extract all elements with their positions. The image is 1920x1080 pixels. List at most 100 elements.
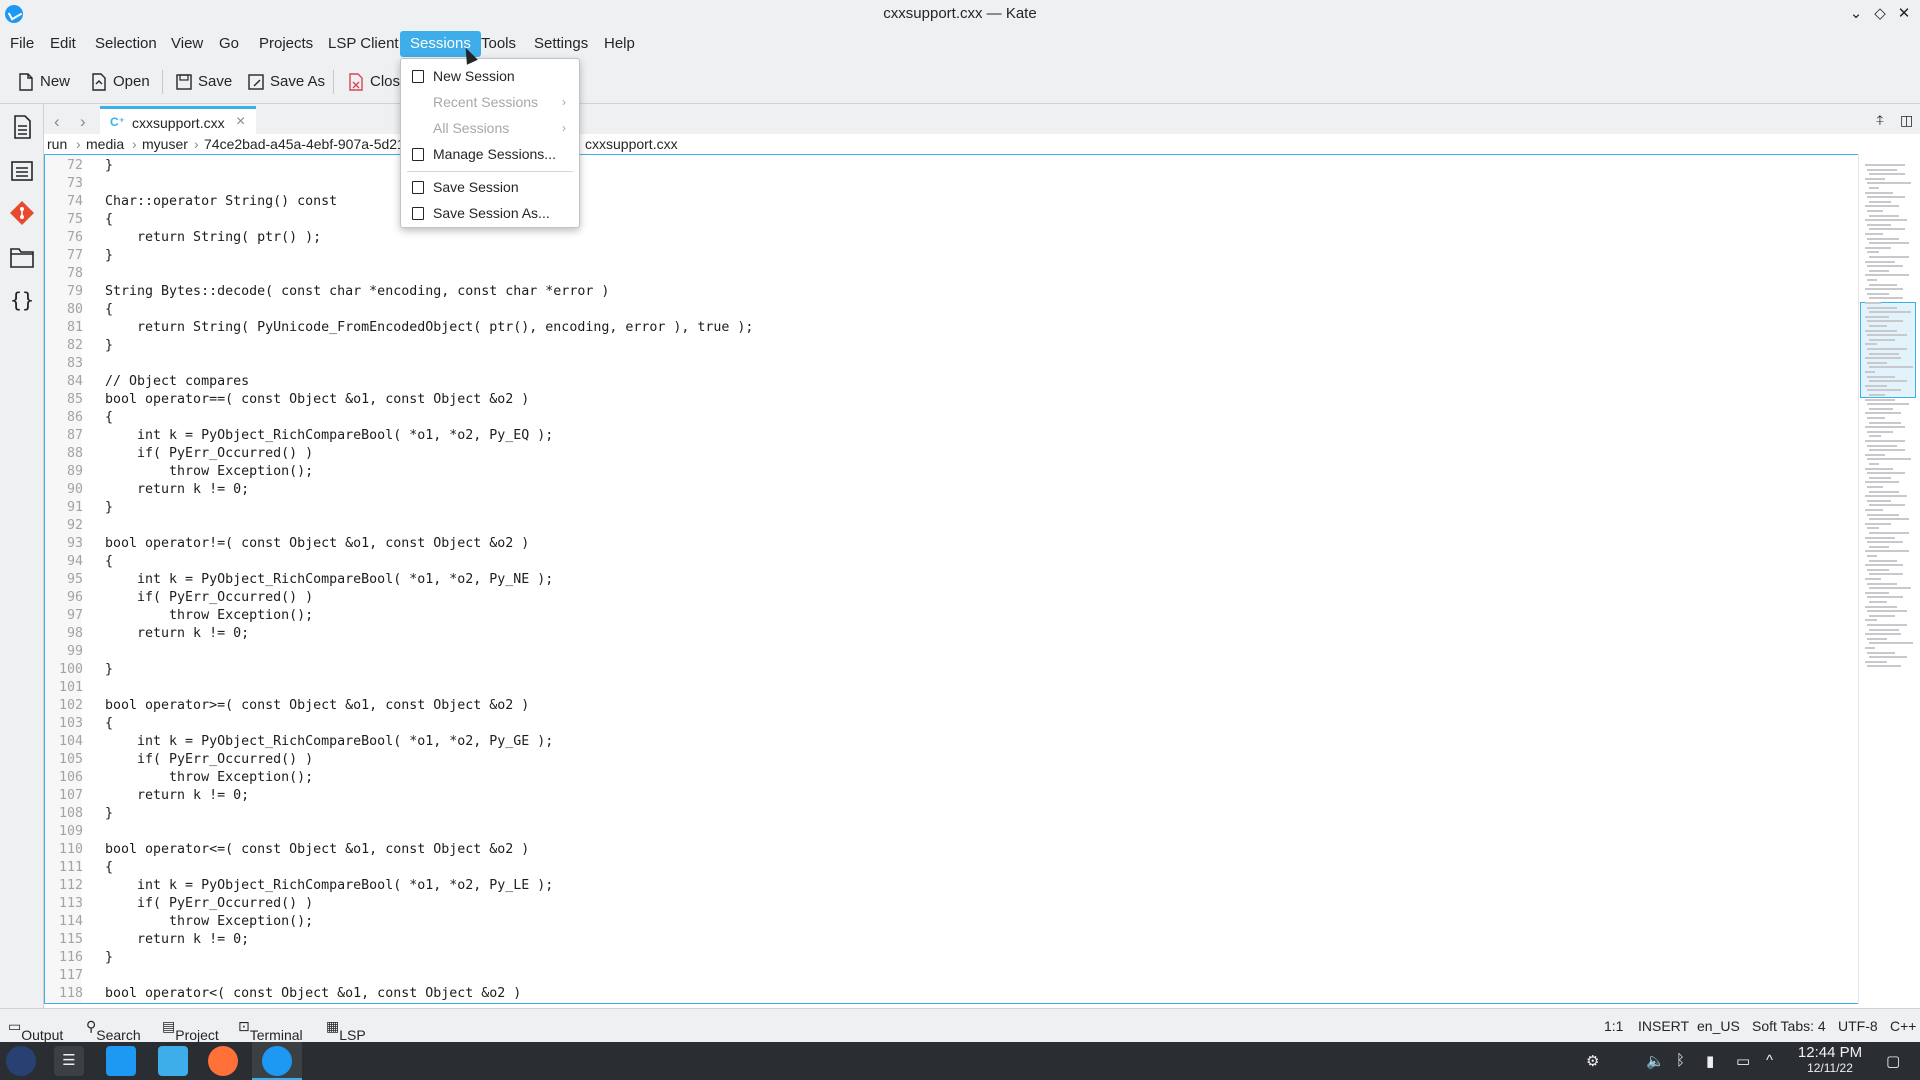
input-mode[interactable]: INSERT (1638, 1018, 1689, 1034)
project-panel-button[interactable]: ▤ Project (162, 1018, 219, 1043)
code-line[interactable]: 72} (45, 157, 1845, 175)
display-icon[interactable]: ▭ (1736, 1052, 1750, 1070)
clock[interactable]: 12:44 PM 12/11/22 (1794, 1044, 1866, 1075)
output-panel-button[interactable]: ▭ Output (8, 1018, 63, 1043)
save-button[interactable]: Save (176, 68, 232, 96)
minimap-scrollbar[interactable] (1858, 154, 1916, 1004)
network-settings-icon[interactable]: ⚙ (1586, 1052, 1599, 1070)
new-button[interactable]: New (18, 68, 70, 96)
symbols-list-icon[interactable] (9, 158, 35, 184)
breadcrumb-item[interactable]: media (86, 136, 124, 152)
git-icon[interactable] (9, 200, 35, 226)
code-line[interactable]: 73 (45, 175, 1845, 193)
tray-expand-icon[interactable]: ^ (1766, 1052, 1773, 1069)
code-line[interactable]: 78 (45, 265, 1845, 283)
code-line[interactable]: 117 (45, 967, 1845, 985)
code-line[interactable]: 80 { (45, 301, 1845, 319)
code-line[interactable]: 115 return k != 0; (45, 931, 1845, 949)
terminal-panel-button[interactable]: ⊡ Terminal (238, 1018, 303, 1043)
code-line[interactable]: 74 Char::operator String() const (45, 193, 1845, 211)
tab-close-icon[interactable]: × (236, 113, 245, 131)
code-line[interactable]: 75 { (45, 211, 1845, 229)
code-line[interactable]: 105 if( PyErr_Occurred() ) (45, 751, 1845, 769)
breadcrumb-item[interactable]: myuser (142, 136, 188, 152)
pin-icon[interactable]: ⍏ (1876, 112, 1884, 129)
menu-file[interactable]: File (0, 31, 44, 57)
code-line[interactable]: 116} (45, 949, 1845, 967)
menu-view[interactable]: View (161, 31, 213, 57)
split-view-icon[interactable]: ◫ (1900, 112, 1913, 129)
menu-projects[interactable]: Projects (249, 31, 323, 57)
lsp-panel-button[interactable]: ▦ LSP (326, 1018, 366, 1043)
breadcrumb-item[interactable]: cxxsupport.cxx (585, 136, 678, 152)
forward-arrow-icon[interactable]: › (80, 112, 86, 132)
menu-item-new-session[interactable]: New Session (402, 63, 578, 89)
menu-selection[interactable]: Selection (85, 31, 167, 57)
code-line[interactable]: 89 throw Exception(); (45, 463, 1845, 481)
code-line[interactable]: 90 return k != 0; (45, 481, 1845, 499)
application-launcher-icon[interactable] (6, 1046, 36, 1076)
save-as-button[interactable]: Save As (248, 68, 325, 96)
code-line[interactable]: 104 int k = PyObject_RichCompareBool( *o… (45, 733, 1845, 751)
menu-item-save-session-as[interactable]: Save Session As... (402, 200, 578, 226)
volume-icon[interactable]: 🔈 (1646, 1052, 1665, 1070)
code-line[interactable]: 118 bool operator<( const Object &o1, con… (45, 985, 1845, 1003)
code-line[interactable]: 81 return String( PyUnicode_FromEncodedO… (45, 319, 1845, 337)
maximize-icon[interactable]: ◇ (1870, 4, 1890, 24)
code-line[interactable]: 92 (45, 517, 1845, 535)
search-panel-button[interactable]: ⚲ Search (86, 1018, 141, 1043)
taskbar-active-kate[interactable] (252, 1042, 302, 1080)
code-line[interactable]: 103 { (45, 715, 1845, 733)
code-line[interactable]: 91} (45, 499, 1845, 517)
code-line[interactable]: 83 (45, 355, 1845, 373)
code-line[interactable]: 76 return String( ptr() ); (45, 229, 1845, 247)
code-line[interactable]: 98 return k != 0; (45, 625, 1845, 643)
code-line[interactable]: 107 return k != 0; (45, 787, 1845, 805)
code-line[interactable]: 100} (45, 661, 1845, 679)
code-line[interactable]: 86 { (45, 409, 1845, 427)
file-encoding[interactable]: UTF-8 (1838, 1018, 1878, 1034)
menu-edit[interactable]: Edit (40, 31, 86, 57)
code-line[interactable]: 108} (45, 805, 1845, 823)
open-button[interactable]: Open (91, 68, 150, 96)
menu-item-all-sessions[interactable]: All Sessions › (402, 115, 578, 141)
bluetooth-icon[interactable]: ᛒ (1676, 1052, 1685, 1069)
code-line[interactable]: 94 { (45, 553, 1845, 571)
code-line[interactable]: 111 { (45, 859, 1845, 877)
discover-store-icon[interactable] (106, 1046, 136, 1076)
pager-icon[interactable]: ☰ (54, 1046, 84, 1076)
spellcheck-language[interactable]: en_US (1697, 1018, 1740, 1034)
menu-item-recent-sessions[interactable]: Recent Sessions › (402, 89, 578, 115)
code-line[interactable]: 106 throw Exception(); (45, 769, 1845, 787)
menu-item-save-session[interactable]: Save Session (402, 174, 578, 200)
menu-go[interactable]: Go (209, 31, 249, 57)
code-line[interactable]: 101 (45, 679, 1845, 697)
code-line[interactable]: 110 bool operator<=( const Object &o1, co… (45, 841, 1845, 859)
documents-icon[interactable] (9, 114, 35, 140)
code-editor[interactable]: 72} 73 74 Char::operator String() const 75{7… (44, 154, 1876, 1004)
menu-lsp-client[interactable]: LSP Client (318, 31, 409, 57)
menu-help[interactable]: Help (594, 31, 645, 57)
menu-tools[interactable]: Tools (471, 31, 526, 57)
show-desktop-icon[interactable]: ▢ (1886, 1052, 1900, 1070)
breadcrumb-item[interactable]: 74ce2bad-a45a-4ebf-907a-5d21 (204, 136, 405, 152)
code-line[interactable]: 93 bool operator!=( const Object &o1, con… (45, 535, 1845, 553)
cursor-position[interactable]: 1:1 (1604, 1018, 1623, 1034)
file-browser-icon[interactable] (9, 244, 35, 270)
code-line[interactable]: 114 throw Exception(); (45, 913, 1845, 931)
syntax-mode[interactable]: C++ (1890, 1018, 1916, 1034)
code-line[interactable]: 113 if( PyErr_Occurred() ) (45, 895, 1845, 913)
code-line[interactable]: 77} (45, 247, 1845, 265)
code-line[interactable]: 109 (45, 823, 1845, 841)
code-outline-icon[interactable]: {} (9, 288, 35, 314)
breadcrumb-item[interactable]: run (47, 136, 67, 152)
code-line[interactable]: 95 int k = PyObject_RichCompareBool( *o1… (45, 571, 1845, 589)
code-line[interactable]: 84 // Object compares (45, 373, 1845, 391)
minimize-icon[interactable]: ⌄ (1846, 4, 1866, 24)
code-line[interactable]: 102 bool operator>=( const Object &o1, co… (45, 697, 1845, 715)
battery-icon[interactable]: ▮ (1706, 1052, 1714, 1070)
code-line[interactable]: 99 (45, 643, 1845, 661)
code-line[interactable]: 96 if( PyErr_Occurred() ) (45, 589, 1845, 607)
code-line[interactable]: 112 int k = PyObject_RichCompareBool( *o… (45, 877, 1845, 895)
indentation-setting[interactable]: Soft Tabs: 4 (1752, 1018, 1826, 1034)
